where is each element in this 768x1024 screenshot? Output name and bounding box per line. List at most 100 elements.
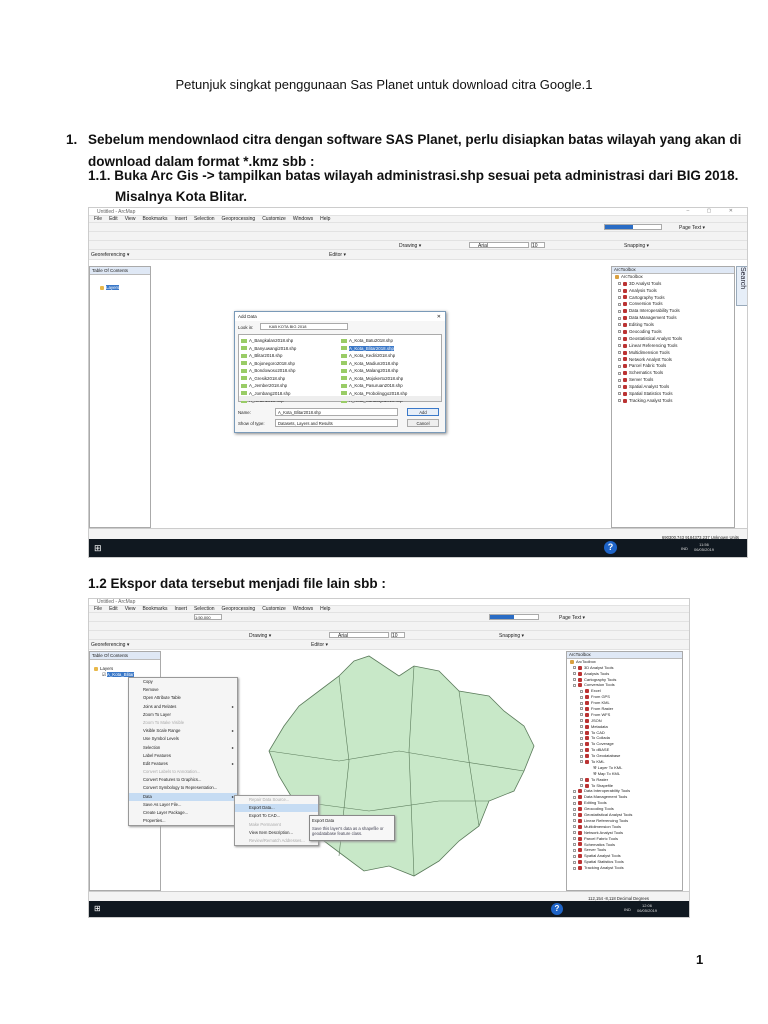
- menu-item[interactable]: Help: [320, 216, 330, 222]
- expand-icon[interactable]: [580, 742, 583, 746]
- menu-item[interactable]: Create Layer Package...: [129, 809, 237, 817]
- menu-item[interactable]: View: [125, 216, 136, 222]
- expand-icon[interactable]: [580, 689, 583, 693]
- expand-icon[interactable]: [618, 289, 621, 293]
- expand-icon[interactable]: [580, 754, 583, 758]
- snapping-dropdown[interactable]: Snapping ▾: [499, 633, 524, 639]
- menu-item[interactable]: Copy: [129, 678, 237, 686]
- window-controls[interactable]: – ▢ ✕: [687, 208, 741, 214]
- menu-item[interactable]: Customize: [262, 606, 286, 612]
- file-item[interactable]: A_Kota_Pasuruan2018.shp: [341, 382, 407, 390]
- search-tab[interactable]: Search: [736, 266, 747, 306]
- toolbox-item[interactable]: Network Analyst Tools: [612, 357, 734, 364]
- toolbox-item[interactable]: Spatial Statistics Tools: [612, 391, 734, 398]
- expand-icon[interactable]: [618, 282, 621, 286]
- menu-item[interactable]: File: [94, 216, 102, 222]
- expand-icon[interactable]: [618, 364, 621, 368]
- file-item[interactable]: A_Jember2018.shp: [241, 382, 296, 390]
- file-item[interactable]: A_Gresik2018.shp: [241, 375, 296, 383]
- expand-icon[interactable]: [618, 337, 621, 341]
- menu-item[interactable]: Open Attribute Table: [129, 694, 237, 702]
- file-item[interactable]: A_Bojonegoro2018.shp: [241, 360, 296, 368]
- font-select[interactable]: Arial: [329, 632, 389, 639]
- expand-icon[interactable]: [573, 683, 576, 687]
- expand-icon[interactable]: [580, 748, 583, 752]
- toolbox-item[interactable]: Editing Tools: [612, 322, 734, 329]
- menu-bar[interactable]: File Edit View Bookmarks Insert Selection Geop…: [89, 606, 689, 613]
- expand-icon[interactable]: [580, 713, 583, 717]
- menu-item[interactable]: Zoom To Layer: [129, 711, 237, 719]
- expand-icon[interactable]: [573, 860, 576, 864]
- file-item[interactable]: A_Kota_Madiun2018.shp: [341, 360, 407, 368]
- expand-icon[interactable]: [580, 778, 583, 782]
- menu-item[interactable]: Selection: [194, 216, 215, 222]
- menu-item[interactable]: Selection ▸: [129, 744, 237, 752]
- menu-item[interactable]: Save As Layer File...: [129, 801, 237, 809]
- file-item[interactable]: A_Blitar2018.shp: [241, 352, 296, 360]
- expand-icon[interactable]: [580, 701, 583, 705]
- georeferencing-dropdown[interactable]: Georeferencing ▾: [91, 252, 129, 258]
- expand-icon[interactable]: [573, 831, 576, 835]
- menu-item[interactable]: Help: [320, 606, 330, 612]
- menu-item[interactable]: Bookmarks: [142, 216, 167, 222]
- menu-item[interactable]: Export To CAD...: [235, 812, 318, 820]
- menu-item[interactable]: Customize: [262, 216, 286, 222]
- menu-item[interactable]: Selection: [194, 606, 215, 612]
- font-size-select[interactable]: 10: [531, 242, 545, 249]
- expand-icon[interactable]: [573, 842, 576, 846]
- expand-icon[interactable]: [618, 385, 621, 389]
- expand-icon[interactable]: [573, 819, 576, 823]
- expand-icon[interactable]: [573, 837, 576, 841]
- expand-icon[interactable]: [580, 707, 583, 711]
- expand-icon[interactable]: [618, 295, 621, 299]
- expand-icon[interactable]: [573, 848, 576, 852]
- toolbox-root[interactable]: ArcToolbox: [612, 274, 734, 281]
- file-item[interactable]: A_Kota_Blitar2018.shp: [341, 345, 407, 353]
- help-icon[interactable]: ?: [604, 541, 617, 554]
- menu-item[interactable]: Edit: [109, 606, 118, 612]
- menu-item[interactable]: Geoprocessing: [222, 216, 256, 222]
- expand-icon[interactable]: [618, 323, 621, 327]
- expand-icon[interactable]: [618, 378, 621, 382]
- expand-icon[interactable]: [618, 399, 621, 403]
- toolbox-item[interactable]: Data Interoperability Tools: [612, 308, 734, 315]
- expand-icon[interactable]: [573, 789, 576, 793]
- menu-item[interactable]: View: [125, 606, 136, 612]
- clock[interactable]: 12:06 06/05/2019: [637, 903, 657, 913]
- add-button[interactable]: Add: [407, 408, 439, 416]
- font-size-select[interactable]: 10: [391, 632, 405, 639]
- file-item[interactable]: A_Bangkalan2018.shp: [241, 337, 296, 345]
- toolbox-item[interactable]: Server Tools: [612, 377, 734, 384]
- expand-icon[interactable]: [573, 807, 576, 811]
- expand-icon[interactable]: [573, 666, 576, 670]
- menu-item[interactable]: Insert: [174, 216, 187, 222]
- page-text-dropdown[interactable]: Page Text ▾: [559, 615, 585, 621]
- file-item[interactable]: A_Kota_Mojokerto2018.shp: [341, 375, 407, 383]
- help-icon[interactable]: ?: [551, 903, 563, 915]
- layers-node[interactable]: Layers: [90, 660, 160, 671]
- file-item[interactable]: A_Kota_Batu2018.shp: [341, 337, 407, 345]
- language-indicator[interactable]: IND: [624, 907, 631, 912]
- menu-item[interactable]: Visible Scale Range ▸: [129, 727, 237, 735]
- name-input[interactable]: A_Kota_Blitar2018.shp: [275, 408, 398, 416]
- toolbox-item[interactable]: Linear Referencing Tools: [612, 343, 734, 350]
- menu-bar[interactable]: File Edit View Bookmarks Insert Selection Geop…: [89, 216, 747, 223]
- expand-icon[interactable]: [580, 731, 583, 735]
- horizontal-scrollbar[interactable]: [239, 396, 441, 401]
- toolbar-draw[interactable]: Drawing ▾ Arial 10 Snapping ▾: [89, 631, 689, 640]
- expand-icon[interactable]: [573, 854, 576, 858]
- menu-item[interactable]: Use Symbol Levels: [129, 735, 237, 743]
- expand-icon[interactable]: [573, 678, 576, 681]
- expand-icon[interactable]: [580, 719, 583, 723]
- expand-icon[interactable]: [580, 725, 583, 729]
- expand-icon[interactable]: [573, 866, 576, 870]
- expand-icon[interactable]: [573, 825, 576, 829]
- layers-node[interactable]: Layers: [106, 285, 120, 290]
- menu-item[interactable]: Insert: [174, 606, 187, 612]
- file-item[interactable]: A_Bondowoso2018.shp: [241, 367, 296, 375]
- menu-item[interactable]: Edit Features ▸: [129, 760, 237, 768]
- toolbar-tools[interactable]: [89, 622, 689, 631]
- snapping-dropdown[interactable]: Snapping ▾: [624, 243, 649, 249]
- type-select[interactable]: Datasets, Layers and Results: [275, 419, 398, 427]
- expand-icon[interactable]: [573, 801, 576, 805]
